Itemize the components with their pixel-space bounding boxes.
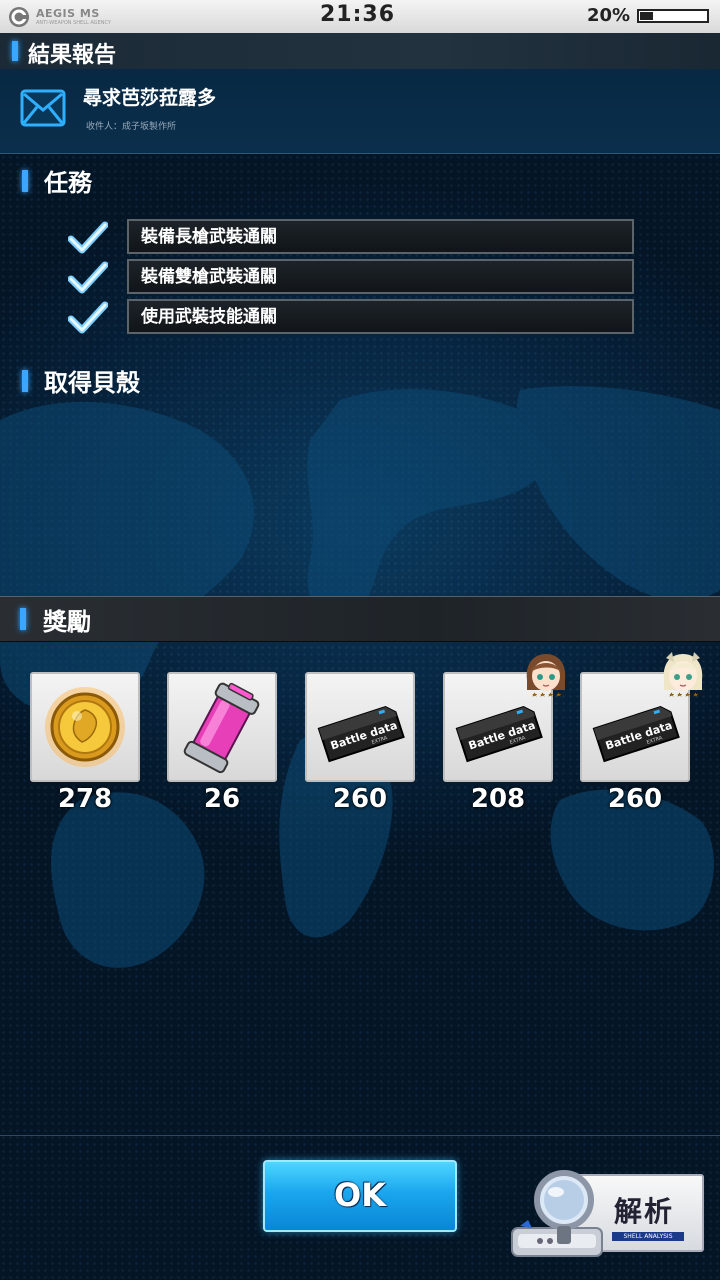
task-row: 使用武裝技能通關: [0, 299, 720, 337]
checkmark-icon: [68, 221, 108, 254]
ok-button-label: OK: [334, 1176, 386, 1214]
reward-count: 260: [607, 784, 663, 814]
reward-item[interactable]: 26: [167, 672, 277, 818]
reward-count: 260: [332, 784, 388, 814]
magnifier-icon: [534, 1170, 594, 1244]
brand-subtitle: ANTI-WEAPON SHELL AGENCY: [36, 20, 111, 26]
reward-item[interactable]: Battle data EXTRA 260: [580, 652, 703, 818]
analysis-label: 解析: [614, 1195, 675, 1228]
mail-summary: 尋求芭莎菈露多 收件人：成子坂製作所: [0, 69, 720, 154]
battery-percent: 20%: [587, 5, 631, 26]
analysis-subtitle: SHELL ANALYSIS: [612, 1232, 684, 1241]
battery-level-fill: [640, 12, 653, 20]
shells-title: 取得貝殼: [44, 369, 140, 397]
mail-recipient: 收件人：成子坂製作所: [86, 122, 177, 132]
blonde-girl-avatar: [663, 652, 703, 697]
task-box: 使用武裝技能通關: [127, 299, 634, 334]
shells-accent: [22, 370, 28, 392]
reward-item[interactable]: Battle data EXTRA 208: [443, 654, 566, 818]
page-title: 結果報告: [28, 43, 117, 68]
brown-hair-girl-avatar: [526, 654, 566, 697]
energy-canister-icon: [183, 682, 260, 774]
battery-icon: [637, 9, 709, 23]
checkmark-icon: [68, 301, 108, 334]
footer-divider: [0, 1135, 720, 1136]
task-label: 裝備雙槍武裝通關: [141, 267, 277, 287]
gold-coin-icon: [45, 687, 125, 767]
task-label: 裝備長槍武裝通關: [141, 227, 277, 247]
task-box: 裝備長槍武裝通關: [127, 219, 634, 254]
tasks-title: 任務: [44, 169, 92, 197]
task-box: 裝備雙槍武裝通關: [127, 259, 634, 294]
reward-count: 26: [203, 784, 241, 814]
reward-count: 208: [470, 784, 526, 814]
shell-analysis-button[interactable]: 解析 SHELL ANALYSIS: [510, 1166, 704, 1266]
brand-name: AEGIS MS: [36, 7, 100, 20]
header-bar: 結果報告: [0, 33, 720, 69]
task-label: 使用武裝技能通關: [141, 307, 277, 327]
reward-tile: Battle data EXTRA: [305, 672, 415, 782]
ok-button[interactable]: OK: [263, 1160, 457, 1232]
reward-tile: [30, 672, 140, 782]
mail-subject: 尋求芭莎菈露多: [83, 87, 217, 109]
rewards-header: 獎勵: [0, 596, 720, 642]
checkmark-icon: [68, 261, 108, 294]
clock: 21:36: [320, 2, 396, 27]
reward-count: 278: [57, 784, 113, 814]
tasks-accent: [22, 170, 28, 192]
reward-item[interactable]: Battle data EXTRA 260: [305, 672, 415, 818]
task-row: 裝備長槍武裝通關: [0, 219, 720, 257]
rewards-accent: [20, 608, 26, 630]
battle-data-card-icon: Battle data EXTRA: [317, 705, 405, 763]
task-row: 裝備雙槍武裝通關: [0, 259, 720, 297]
envelope-icon: [20, 89, 66, 127]
reward-tile: [167, 672, 277, 782]
app-logo-icon: [9, 7, 29, 27]
reward-item[interactable]: 278: [30, 672, 140, 818]
rewards-title: 獎勵: [43, 608, 91, 636]
header-accent: [12, 41, 18, 61]
status-bar: AEGIS MS ANTI-WEAPON SHELL AGENCY 21:36 …: [0, 0, 720, 33]
